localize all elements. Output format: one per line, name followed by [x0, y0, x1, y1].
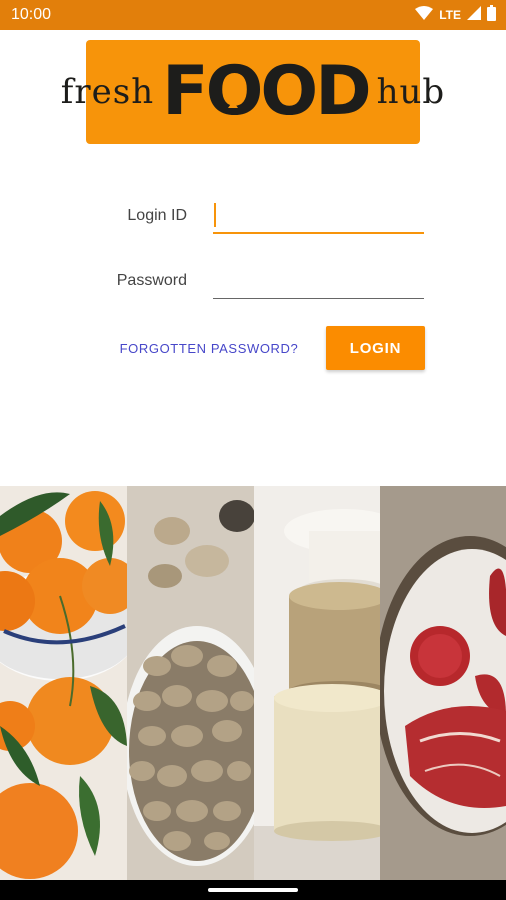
logo-letter-d: D: [315, 52, 371, 131]
status-bar: 10:00 LTE: [0, 0, 506, 30]
logo-word-food: F O O D: [162, 52, 372, 131]
logo-letter-o-apple: O: [260, 58, 318, 126]
logo-letter-o-fish: O: [206, 58, 264, 126]
login-screen: 10:00 LTE fresh F O O: [0, 0, 506, 900]
login-id-input[interactable]: [213, 200, 424, 234]
logo-word-hub: hub: [376, 72, 446, 112]
wifi-icon: [415, 5, 434, 25]
status-time: 10:00: [11, 6, 52, 23]
login-id-label: Login ID: [127, 207, 187, 224]
meat-image: [380, 486, 506, 880]
signal-icon: [467, 5, 481, 25]
password-input[interactable]: [213, 265, 424, 299]
forgotten-password-link[interactable]: FORGOTTEN PASSWORD?: [110, 341, 308, 356]
clams-image: [127, 486, 254, 880]
navigation-bar: [0, 880, 506, 900]
fresh-food-hub-logo: fresh F O O D hub: [61, 40, 444, 144]
home-gesture-handle[interactable]: [208, 888, 298, 892]
oranges-image: [0, 486, 127, 880]
network-type: LTE: [439, 8, 461, 22]
password-label: Password: [116, 272, 187, 289]
fish-icon: [227, 77, 238, 108]
apple-icon: [278, 80, 297, 102]
logo-letter-f: F: [162, 52, 208, 131]
battery-icon: [487, 4, 496, 26]
login-button[interactable]: LOGIN: [326, 326, 425, 370]
logo-word-fresh: fresh: [60, 72, 155, 112]
text-cursor: [214, 203, 216, 227]
status-icons: LTE: [415, 4, 496, 26]
cheese-image: [254, 486, 380, 880]
